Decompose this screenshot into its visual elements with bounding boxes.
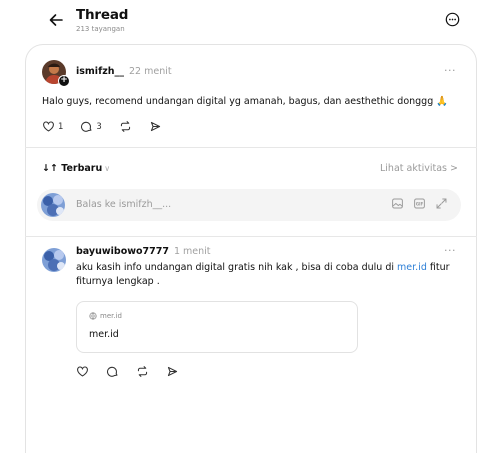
chevron-down-icon: ∨ <box>104 164 111 173</box>
sort-dropdown[interactable]: ↓↑ Terbaru ∨ <box>42 163 110 174</box>
heart-icon <box>77 366 88 377</box>
top-bar: Thread 213 tayangan <box>0 0 500 40</box>
sort-arrows-icon: ↓↑ <box>42 163 58 174</box>
reply-repost-button[interactable] <box>136 365 149 378</box>
send-icon <box>167 366 178 377</box>
gif-icon[interactable]: GIF <box>413 197 426 210</box>
reply-like-button[interactable] <box>76 365 89 378</box>
divider <box>25 147 477 148</box>
reply-button[interactable]: 3 <box>80 120 102 133</box>
repost-icon <box>137 366 148 377</box>
reply-count: 3 <box>96 121 102 132</box>
link-preview-card[interactable]: mer.id mer.id <box>76 301 358 353</box>
reply-share-button[interactable] <box>166 365 179 378</box>
heart-icon <box>43 121 54 132</box>
reply-text: aku kasih info undangan digital gratis n… <box>76 262 450 287</box>
reply-comment-button[interactable] <box>106 365 119 378</box>
reply-actions <box>76 365 179 378</box>
share-button[interactable] <box>149 120 162 133</box>
post-timestamp: 22 menit <box>129 66 172 77</box>
reply-tools: GIF <box>391 197 448 210</box>
divider <box>25 236 477 237</box>
reply-link[interactable]: mer.id <box>397 262 427 273</box>
repost-button[interactable] <box>119 120 132 133</box>
more-options-icon[interactable] <box>445 12 460 27</box>
post-author[interactable]: ismifzh__ 22 menit <box>76 66 172 77</box>
expand-icon[interactable] <box>435 197 448 210</box>
preview-domain: mer.id <box>89 312 122 320</box>
post-more-button[interactable]: ··· <box>444 64 456 77</box>
preview-title: mer.id <box>89 329 119 340</box>
folded-hands-emoji: 🙏 <box>436 96 449 107</box>
repost-icon <box>120 121 130 132</box>
reply-more-button[interactable]: ··· <box>444 244 456 257</box>
like-count: 1 <box>58 121 64 132</box>
post-text: Halo guys, recomend undangan digital yg … <box>42 96 449 107</box>
reply-avatar[interactable] <box>42 248 66 272</box>
image-icon[interactable] <box>391 197 404 210</box>
sort-label: Terbaru <box>61 163 103 174</box>
comment-icon <box>81 121 92 132</box>
send-icon <box>150 121 160 132</box>
back-arrow-icon[interactable] <box>48 12 64 28</box>
view-count: 213 tayangan <box>76 25 125 33</box>
chevron-right-icon: > <box>450 163 458 174</box>
reply-placeholder: Balas ke ismifzh__... <box>76 199 172 210</box>
globe-icon <box>89 312 97 320</box>
post-actions: 1 3 <box>42 120 162 133</box>
page-title: Thread <box>76 7 129 23</box>
current-user-avatar <box>41 193 65 217</box>
reply-timestamp: 1 menit <box>173 246 211 257</box>
like-button[interactable]: 1 <box>42 120 63 133</box>
view-activity-link[interactable]: Lihat aktivitas > <box>380 163 458 174</box>
svg-text:GIF: GIF <box>416 201 424 206</box>
reply-author[interactable]: bayuwibowo7777 1 menit <box>76 246 211 257</box>
follow-plus-icon[interactable]: + <box>58 75 70 87</box>
comment-icon <box>107 366 118 377</box>
